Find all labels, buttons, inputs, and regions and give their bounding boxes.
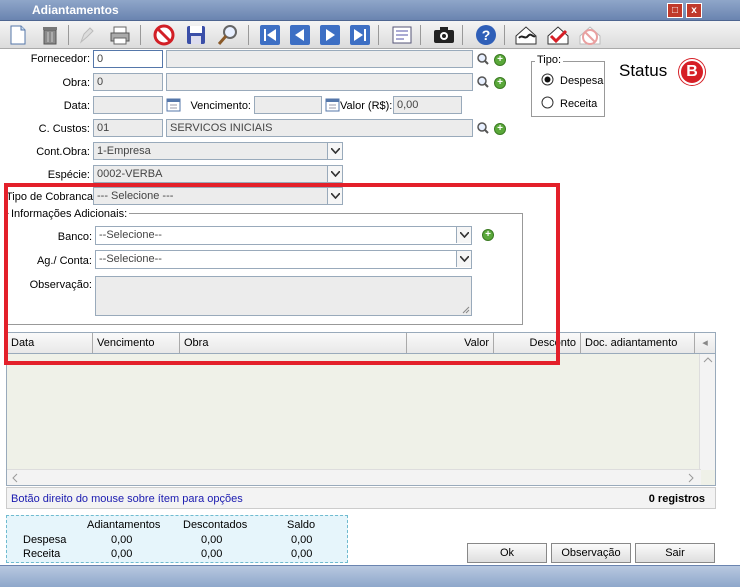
fornecedor-name-input[interactable]	[166, 50, 473, 68]
cancel-icon[interactable]	[152, 23, 176, 47]
window-title: Adiantamentos	[32, 3, 119, 17]
last-record-icon[interactable]	[348, 23, 372, 47]
previous-record-icon[interactable]	[288, 23, 312, 47]
fornecedor-search-icon[interactable]	[477, 53, 489, 65]
obra-search-icon[interactable]	[477, 76, 489, 88]
sair-button[interactable]: Sair	[635, 543, 715, 563]
fornecedor-label: Fornecedor:	[30, 53, 90, 65]
obra-label: Obra:	[62, 77, 90, 89]
fornecedor-code-input[interactable]: 0	[93, 50, 163, 68]
c-custos-code-input[interactable]: 01	[93, 119, 163, 137]
toolbar-separator	[504, 25, 505, 45]
cont-obra-label: Cont.Obra:	[36, 146, 90, 158]
next-record-icon[interactable]	[318, 23, 342, 47]
first-record-icon[interactable]	[258, 23, 282, 47]
fornecedor-add-icon[interactable]: +	[494, 54, 506, 66]
search-icon[interactable]	[216, 23, 240, 47]
receita-radio[interactable]	[541, 96, 554, 109]
especie-select[interactable]: 0002-VERBA	[93, 165, 343, 183]
new-document-icon[interactable]	[6, 23, 30, 47]
chevron-down-icon	[327, 166, 342, 182]
column-header-doc-adiantamento[interactable]: Doc. adiantamento	[581, 333, 695, 353]
receita-label: Receita	[560, 98, 598, 110]
summary-value: 0,00	[291, 534, 313, 546]
despesa-radio[interactable]	[541, 73, 554, 86]
approve-document-icon[interactable]	[546, 23, 570, 47]
summary-row-label: Despesa	[23, 534, 67, 546]
toolbar-separator	[68, 25, 69, 45]
grid-footer: Botão direito do mouse sobre ítem para o…	[6, 487, 716, 509]
sign-document-icon[interactable]	[514, 23, 538, 47]
maximize-button[interactable]: □	[667, 3, 683, 18]
status-bar	[0, 565, 740, 587]
summary-value: 0,00	[201, 548, 223, 560]
report-icon[interactable]	[390, 23, 414, 47]
obra-code-input[interactable]: 0	[93, 73, 163, 91]
vertical-scrollbar[interactable]	[699, 354, 715, 470]
scroll-right-icon[interactable]	[685, 472, 697, 484]
toolbar-separator	[462, 25, 463, 45]
save-icon[interactable]	[184, 23, 208, 47]
trash-icon[interactable]	[38, 23, 62, 47]
summary-header-saldo: Saldo	[287, 519, 316, 531]
highlight-box	[4, 183, 560, 365]
c-custos-name-input[interactable]: SERVICOS INICIAIS	[166, 119, 473, 137]
help-icon[interactable]: ?	[474, 23, 498, 47]
summary-row-label: Receita	[23, 548, 61, 560]
toolbar-separator	[248, 25, 249, 45]
toolbar-separator	[420, 25, 421, 45]
printer-icon[interactable]	[108, 23, 132, 47]
obra-add-icon[interactable]: +	[494, 77, 506, 89]
horizontal-scrollbar[interactable]	[7, 469, 701, 485]
close-button[interactable]: x	[686, 3, 702, 18]
summary-panel: Adiantamentos Descontados Saldo Despesa …	[6, 515, 348, 563]
cont-obra-select[interactable]: 1-Empresa	[93, 142, 343, 160]
vencimento-input[interactable]	[254, 96, 322, 114]
data-calendar-icon[interactable]	[166, 97, 181, 112]
valor-input[interactable]: 0,00	[393, 96, 462, 114]
valor-label: Valor (R$):	[340, 100, 393, 112]
c-custos-label: C. Custos:	[38, 123, 90, 135]
scroll-up-icon[interactable]	[700, 354, 716, 366]
scroll-left-icon[interactable]	[9, 472, 21, 484]
observacao-button[interactable]: Observação	[551, 543, 631, 563]
grid-hint-text: Botão direito do mouse sobre ítem para o…	[11, 493, 243, 505]
scroll-left-icon[interactable]: ◂	[695, 333, 715, 353]
especie-value: 0002-VERBA	[97, 168, 163, 180]
summary-header-descontados: Descontados	[183, 519, 248, 531]
obra-name-input[interactable]	[166, 73, 473, 91]
status-label: Status	[619, 61, 668, 80]
title-bar: Adiantamentos □ x	[0, 0, 740, 21]
record-count: 0 registros	[648, 493, 705, 505]
c-custos-search-icon[interactable]	[477, 122, 489, 134]
edit-icon[interactable]	[76, 23, 100, 47]
summary-value: 0,00	[111, 534, 133, 546]
summary-value: 0,00	[201, 534, 223, 546]
reject-document-icon[interactable]	[578, 23, 602, 47]
cont-obra-value: 1-Empresa	[97, 145, 151, 157]
grid-body[interactable]	[6, 354, 716, 486]
data-label: Data:	[63, 100, 90, 112]
toolbar: ?	[0, 21, 740, 49]
summary-header-adiantamentos: Adiantamentos	[87, 519, 161, 531]
summary-value: 0,00	[291, 548, 313, 560]
especie-label: Espécie:	[47, 169, 90, 181]
status-badge: B	[679, 59, 705, 85]
despesa-label: Despesa	[560, 75, 604, 87]
chevron-down-icon	[327, 143, 342, 159]
vencimento-label: Vencimento:	[190, 100, 251, 112]
summary-value: 0,00	[111, 548, 133, 560]
tipo-legend: Tipo:	[535, 54, 564, 66]
toolbar-separator	[140, 25, 141, 45]
data-input[interactable]	[93, 96, 163, 114]
vencimento-calendar-icon[interactable]	[325, 97, 340, 112]
toolbar-separator	[378, 25, 379, 45]
svg-text:?: ?	[482, 27, 491, 43]
c-custos-add-icon[interactable]: +	[494, 123, 506, 135]
ok-button[interactable]: Ok	[467, 543, 547, 563]
camera-icon[interactable]	[432, 23, 456, 47]
